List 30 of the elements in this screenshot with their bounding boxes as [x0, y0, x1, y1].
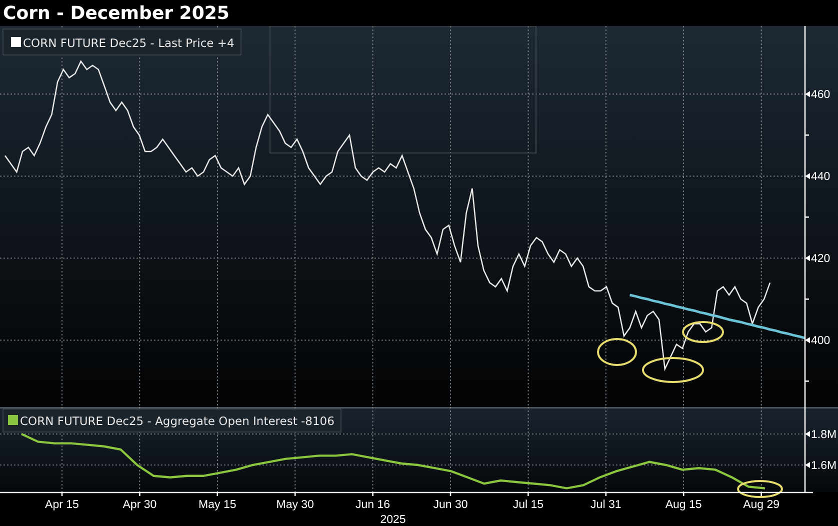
x-tick-label: May 30 [276, 499, 314, 511]
x-tick-label: Apr 15 [45, 499, 79, 511]
x-tick-label: Jun 16 [356, 499, 390, 511]
x-tick-label: Jul 15 [512, 499, 544, 511]
highlight-ellipse [642, 357, 704, 383]
chart-title: Corn - December 2025 [3, 2, 230, 24]
x-tick-label: Apr 30 [122, 499, 157, 511]
y-tick-label: 420 [805, 253, 830, 266]
y-tick-label: 400 [811, 335, 830, 348]
y-tick-label: 1.8M [805, 429, 837, 441]
highlight-ellipse [737, 480, 783, 498]
x-tick-label: Jun 30 [433, 499, 468, 511]
y-tick-label: 460 [811, 89, 830, 102]
highlight-ellipse [682, 321, 724, 343]
legend-label: CORN FUTURE Dec25 - Aggregate Open Interest -8106 [20, 414, 334, 428]
y-tick-label: 420 [811, 253, 830, 266]
y-tick-label: 440 [811, 171, 830, 184]
x-tick-label: Aug 29 [743, 499, 780, 511]
y-tick-label: 440 [805, 171, 830, 184]
y-tick-label: 400 [805, 335, 830, 348]
highlight-ellipse [597, 338, 637, 366]
x-tick-label: Aug 15 [665, 499, 702, 511]
y-tick-label: 1.8M [811, 428, 837, 441]
x-tick-label: Jul 31 [590, 499, 622, 511]
x-axis-label: 2025 [380, 514, 406, 526]
y-tick-label: 1.6M [805, 460, 837, 472]
x-tick-label: May 15 [198, 499, 236, 511]
legend-label: CORN FUTURE Dec25 - Last Price +4 [23, 36, 234, 50]
y-tick-label: 460 [805, 89, 830, 102]
y-tick-label: 1.6M [811, 460, 837, 472]
